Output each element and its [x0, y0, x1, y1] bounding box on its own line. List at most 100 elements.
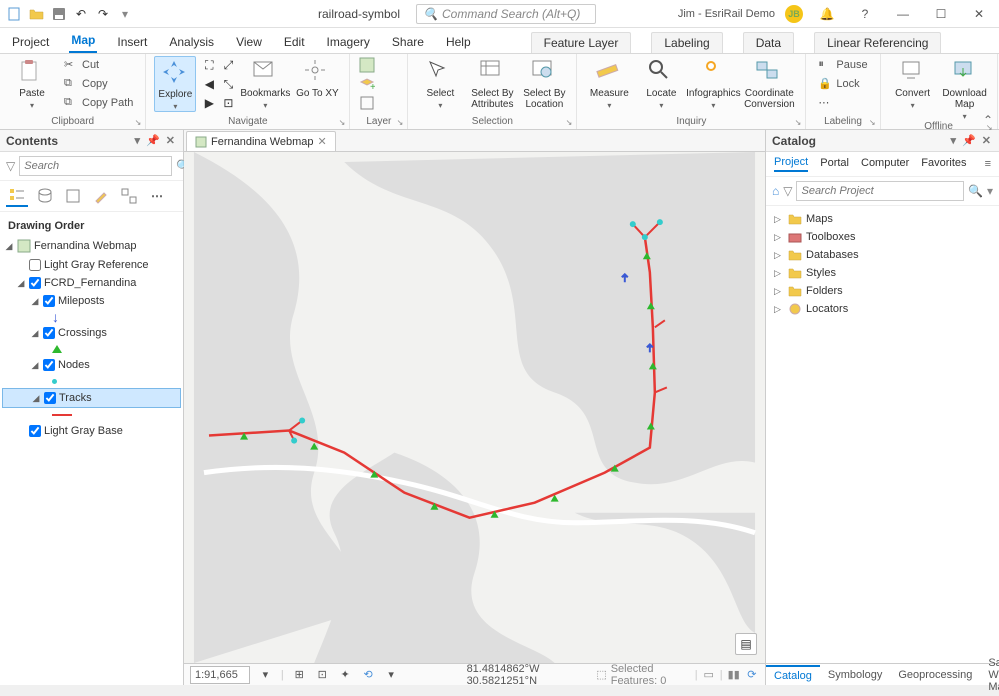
qat-more-icon[interactable]: ▾: [116, 5, 134, 23]
subtab-favorites[interactable]: Favorites: [921, 157, 966, 171]
tab-edit[interactable]: Edit: [282, 31, 307, 53]
copy-button[interactable]: ⧉Copy: [60, 75, 137, 93]
subtab-computer[interactable]: Computer: [861, 157, 909, 171]
basemap-icon[interactable]: [358, 56, 376, 74]
dialog-launcher-icon[interactable]: ↘: [135, 118, 142, 127]
expand-icon[interactable]: ▷: [774, 232, 784, 243]
select-by-attributes-button[interactable]: Select By Attributes: [468, 56, 516, 110]
bottom-tab-symbology[interactable]: Symbology: [820, 666, 890, 684]
full-extent-icon[interactable]: ⛶: [200, 56, 218, 74]
tab-project[interactable]: Project: [10, 31, 51, 53]
layer-visibility-checkbox[interactable]: [43, 359, 55, 371]
pin-icon[interactable]: 📌: [960, 134, 978, 147]
toc-layer-tracks[interactable]: ◢Tracks: [2, 388, 181, 408]
catalog-item-databases[interactable]: ▷Databases: [770, 246, 995, 264]
zoom-fixed-in-icon[interactable]: ⤢: [219, 56, 237, 74]
select-button[interactable]: Select▾: [416, 56, 464, 110]
qat-open-icon[interactable]: [28, 5, 46, 23]
snapping-icon[interactable]: ⊡: [315, 666, 330, 684]
close-button[interactable]: ✕: [965, 4, 993, 24]
tab-share[interactable]: Share: [390, 31, 426, 53]
bottom-tab-geoprocessing[interactable]: Geoprocessing: [890, 666, 980, 684]
zoom-fixed-out-icon[interactable]: ⤡: [219, 75, 237, 93]
catalog-search-input[interactable]: [796, 181, 964, 201]
bookmarks-button[interactable]: Bookmarks ▾: [241, 56, 289, 110]
add-data-icon[interactable]: +: [358, 75, 376, 93]
tab-analysis[interactable]: Analysis: [167, 31, 216, 53]
catalog-item-folders[interactable]: ▷Folders: [770, 282, 995, 300]
list-by-selection-icon[interactable]: [62, 185, 84, 207]
filter-icon[interactable]: ▽: [783, 184, 792, 198]
layer-visibility-checkbox[interactable]: [43, 295, 55, 307]
close-pane-icon[interactable]: ✕: [980, 134, 993, 147]
help-icon[interactable]: ?: [851, 4, 879, 24]
toc-layer-light-gray-base[interactable]: Light Gray Base: [2, 422, 181, 440]
pin-icon[interactable]: 📌: [144, 134, 162, 147]
autohide-icon[interactable]: ▾: [133, 134, 143, 147]
expand-icon[interactable]: ▷: [774, 304, 784, 315]
measure-button[interactable]: Measure▾: [585, 56, 633, 110]
lock-labels-button[interactable]: 🔒Lock: [814, 75, 871, 93]
dialog-launcher-icon[interactable]: ↘: [566, 118, 573, 127]
corrections-icon[interactable]: ▾: [384, 666, 399, 684]
grid-icon[interactable]: ✦: [338, 666, 353, 684]
download-map-button[interactable]: Download Map▾: [941, 56, 989, 121]
collapse-icon[interactable]: ◢: [30, 328, 40, 339]
more-views-icon[interactable]: ⋯: [146, 185, 168, 207]
bottom-tab-catalog[interactable]: Catalog: [766, 665, 820, 685]
notifications-icon[interactable]: 🔔: [813, 4, 841, 24]
layer-visibility-checkbox[interactable]: [43, 327, 55, 339]
expand-icon[interactable]: ▷: [774, 250, 784, 261]
select-by-location-button[interactable]: Select By Location: [520, 56, 568, 110]
collapse-icon[interactable]: ◢: [30, 296, 40, 307]
search-dropdown-icon[interactable]: ▾: [987, 184, 993, 198]
selection-chip-icon[interactable]: ▭: [702, 666, 716, 684]
navigator-icon[interactable]: ▤: [735, 633, 757, 655]
minimize-button[interactable]: —: [889, 4, 917, 24]
catalog-item-toolboxes[interactable]: ▷Toolboxes: [770, 228, 995, 246]
home-icon[interactable]: ⌂: [772, 184, 779, 198]
cut-button[interactable]: ✂Cut: [60, 56, 137, 74]
dynamic-icon[interactable]: ⟲: [361, 666, 376, 684]
bottom-tab-save-web-map[interactable]: Save Web Map: [980, 654, 999, 696]
toc-map-root[interactable]: ◢Fernandina Webmap: [2, 236, 181, 256]
user-name[interactable]: Jim - EsriRail Demo: [678, 8, 775, 20]
toc-layer-light-gray-ref[interactable]: Light Gray Reference: [2, 256, 181, 274]
layer-visibility-checkbox[interactable]: [29, 259, 41, 271]
layer-visibility-checkbox[interactable]: [29, 425, 41, 437]
tab-imagery[interactable]: Imagery: [325, 31, 372, 53]
infographics-button[interactable]: Infographics▾: [689, 56, 737, 110]
convert-button[interactable]: Convert▾: [889, 56, 937, 110]
toc-layer-nodes[interactable]: ◢Nodes: [2, 356, 181, 374]
list-by-source-icon[interactable]: [34, 185, 56, 207]
layer-visibility-checkbox[interactable]: [29, 277, 41, 289]
qat-new-icon[interactable]: [6, 5, 24, 23]
more-labeling-button[interactable]: ⋯: [814, 94, 871, 112]
collapse-ribbon-icon[interactable]: ⌃: [983, 113, 993, 127]
qat-undo-icon[interactable]: ↶: [72, 5, 90, 23]
qat-save-icon[interactable]: [50, 5, 68, 23]
list-by-snapping-icon[interactable]: [118, 185, 140, 207]
hamburger-icon[interactable]: ≡: [985, 158, 991, 170]
tab-insert[interactable]: Insert: [115, 31, 149, 53]
goto-xy-button[interactable]: Go To XY: [293, 56, 341, 99]
dialog-launcher-icon[interactable]: ↘: [869, 118, 876, 127]
expand-icon[interactable]: ▷: [774, 268, 784, 279]
contents-search-input[interactable]: [19, 156, 172, 176]
tab-view[interactable]: View: [234, 31, 264, 53]
context-tab-labeling[interactable]: Labeling: [651, 32, 722, 53]
toc-group-fcrd[interactable]: ◢FCRD_Fernandina: [2, 274, 181, 292]
toc-layer-crossings[interactable]: ◢Crossings: [2, 324, 181, 342]
expand-icon[interactable]: ▷: [774, 214, 784, 225]
collapse-icon[interactable]: ◢: [31, 393, 41, 404]
context-tab-feature-layer[interactable]: Feature Layer: [531, 32, 632, 53]
toc-layer-mileposts[interactable]: ◢Mileposts: [2, 292, 181, 310]
locate-button[interactable]: Locate▾: [637, 56, 685, 110]
subtab-project[interactable]: Project: [774, 156, 808, 172]
zoom-selection-icon[interactable]: ⊡: [219, 94, 237, 112]
paste-button[interactable]: Paste ▾: [8, 56, 56, 110]
explore-button[interactable]: Explore ▾: [154, 56, 196, 112]
pause-labels-button[interactable]: ⏸Pause: [814, 56, 871, 74]
selected-features-label[interactable]: Selected Features: 0: [611, 663, 691, 687]
catalog-item-locators[interactable]: ▷Locators: [770, 300, 995, 318]
